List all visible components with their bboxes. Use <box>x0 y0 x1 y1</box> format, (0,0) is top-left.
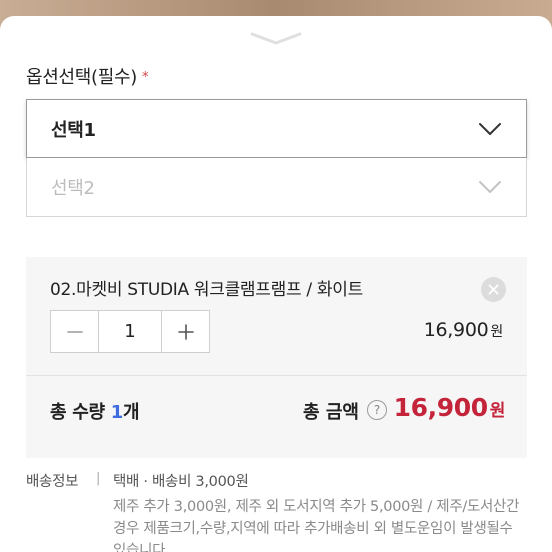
item-price-unit: 원 <box>490 324 503 340</box>
option-select-1[interactable]: 선택1 <box>26 99 527 158</box>
shipping-summary: 택배 · 배송비 3,000원 <box>113 474 249 490</box>
total-quantity-prefix: 총 수량 <box>50 402 111 423</box>
shipping-label: 배송정보 <box>26 474 79 490</box>
divider <box>26 375 527 376</box>
total-quantity-suffix: 개 <box>122 402 140 423</box>
total-amount-value: 16,900 <box>393 393 488 422</box>
total-amount-label: 총 금액 <box>303 402 359 423</box>
total-amount-unit: 원 <box>489 401 506 421</box>
item-price: 16,900 원 <box>423 319 504 341</box>
item-price-value: 16,900 <box>423 319 489 341</box>
quantity-decrease-button[interactable] <box>51 311 98 352</box>
option-select-2[interactable]: 선택2 <box>26 158 527 217</box>
quantity-value[interactable]: 1 <box>98 311 162 352</box>
shipping-note: 제주 추가 3,000원, 제주 외 도서지역 추가 5,000원 / 제주/도… <box>113 499 520 552</box>
help-icon[interactable]: ? <box>367 400 387 420</box>
selected-item-name: 02.마켓비 STUDIA 워크클램프램프 / 화이트 <box>50 280 363 300</box>
total-quantity: 총 수량 1개 <box>50 398 140 424</box>
sheet-handle-icon[interactable] <box>248 30 304 48</box>
minus-icon <box>66 330 83 333</box>
option-title-text: 옵션선택(필수) <box>26 67 138 88</box>
quantity-increase-button[interactable] <box>162 311 209 352</box>
remove-item-button[interactable] <box>481 277 506 302</box>
required-mark: * <box>142 70 149 85</box>
option-bottom-sheet: 옵션선택(필수) * 선택1 선택2 02.마켓비 STUDIA 워크클램프램프 … <box>0 16 552 552</box>
total-quantity-value: 1 <box>110 402 124 423</box>
close-icon <box>488 284 499 295</box>
option-select-2-label: 선택2 <box>51 178 95 199</box>
total-amount: 16,900 원 <box>393 393 506 422</box>
chevron-down-icon <box>479 122 501 135</box>
selected-item-box: 02.마켓비 STUDIA 워크클램프램프 / 화이트 1 16,900 원 총 … <box>26 257 527 458</box>
quantity-stepper: 1 <box>50 310 210 353</box>
shipping-separator: | <box>96 471 101 486</box>
chevron-down-icon <box>479 181 501 193</box>
option-title: 옵션선택(필수) * <box>26 63 149 89</box>
plus-icon <box>177 323 194 340</box>
option-select-1-label: 선택1 <box>51 119 96 141</box>
